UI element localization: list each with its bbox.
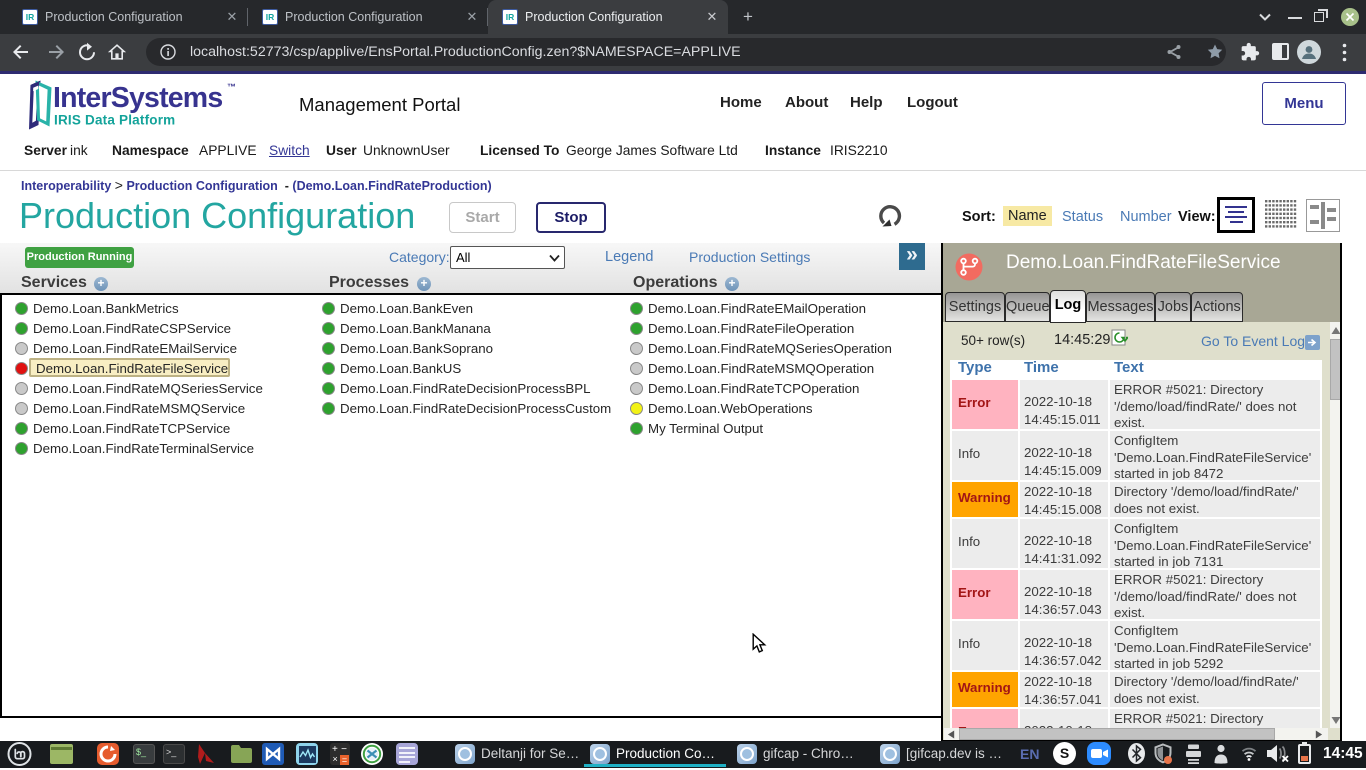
- svg-text:IRIS Data Platform: IRIS Data Platform: [54, 113, 175, 128]
- svg-text:™: ™: [227, 82, 236, 92]
- svg-text:InterSystems: InterSystems: [53, 82, 222, 114]
